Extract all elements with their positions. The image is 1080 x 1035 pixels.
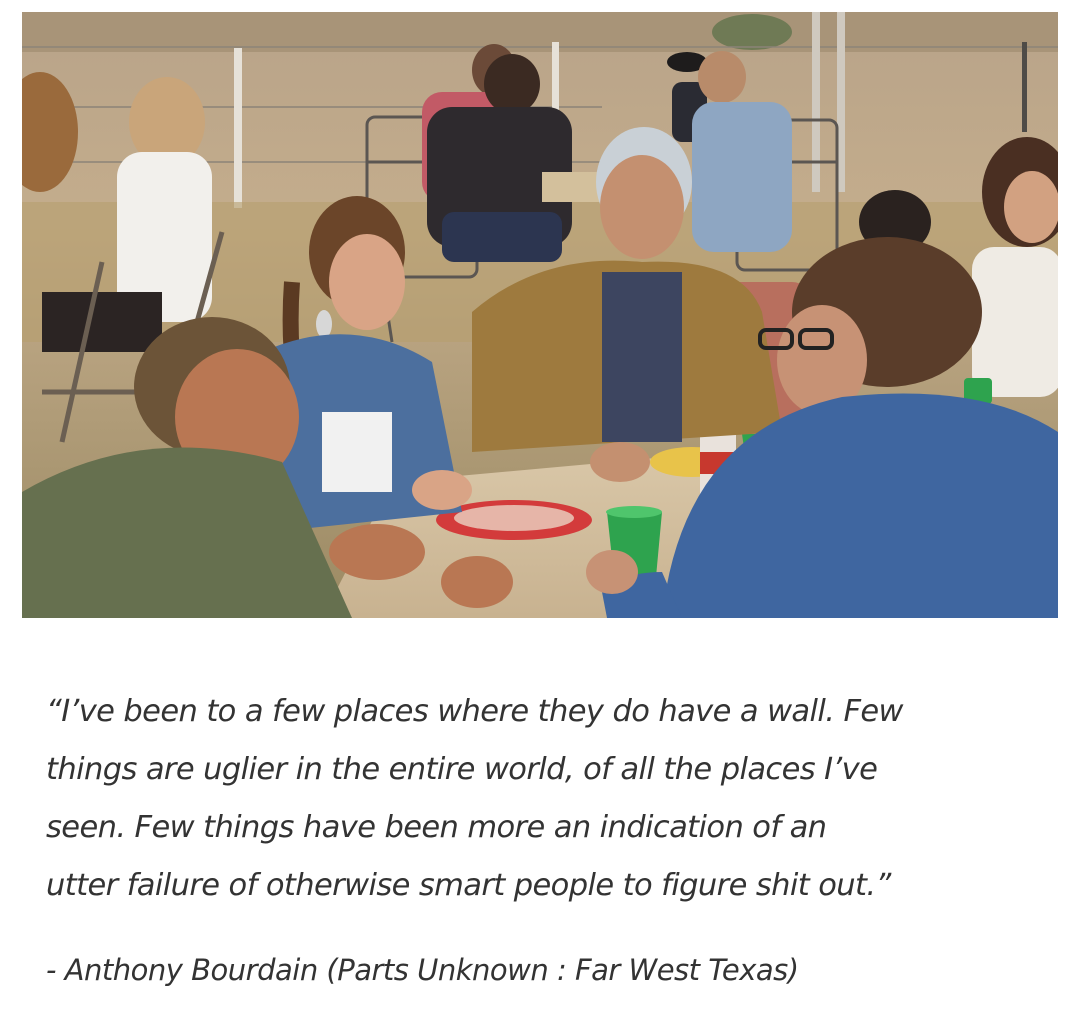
dinner-table-photo [22,12,1058,618]
quote-line: seen. Few things have been more an indic… [46,810,827,845]
quote-attribution: - Anthony Bourdain (Parts Unknown : Far … [46,953,799,987]
quote-line: utter failure of otherwise smart people … [46,868,891,903]
quote-text: “I’ve been to a few places where they do… [46,683,1036,915]
quote-line: “I’ve been to a few places where they do… [46,694,904,729]
quote-line: things are uglier in the entire world, o… [46,752,878,787]
